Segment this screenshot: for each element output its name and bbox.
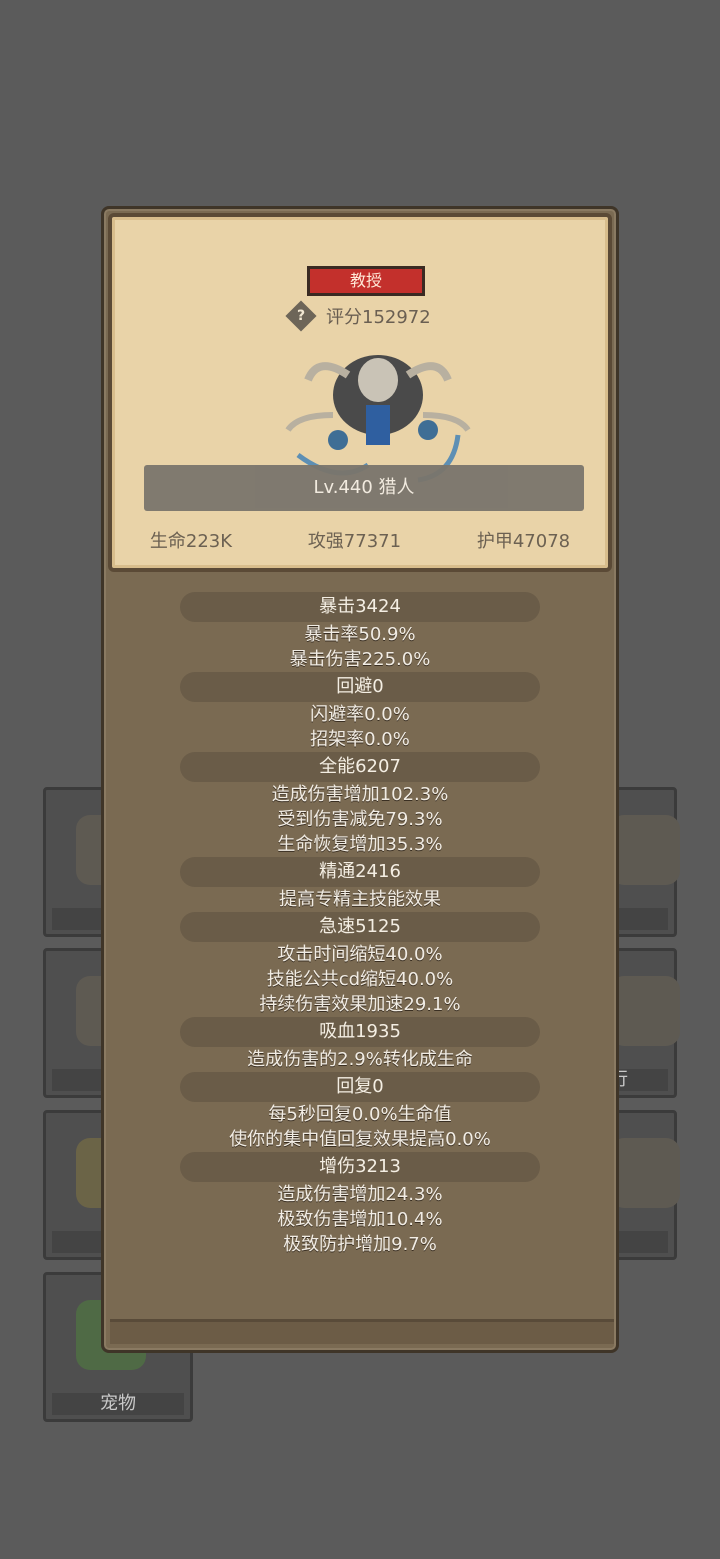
- armor-stat: 护甲47078: [476, 531, 571, 552]
- score-text: 评分152972: [326, 307, 431, 328]
- attribute-group-header: 吸血1935: [180, 1017, 540, 1047]
- attribute-group-header: 回避0: [180, 672, 540, 702]
- help-icon[interactable]: ?: [285, 300, 317, 332]
- anvil-icon: [610, 976, 680, 1046]
- attribute-line: 受到伤害减免79.3%: [277, 809, 443, 830]
- popup-bottom-shelf: [110, 1319, 614, 1344]
- attribute-line: 每5秒回复0.0%生命值: [268, 1104, 452, 1125]
- attribute-line: 提高专精主技能效果: [279, 889, 441, 910]
- class-badge: 教授: [307, 266, 425, 296]
- attribute-line: 生命恢复增加35.3%: [277, 834, 443, 855]
- attribute-line: 使你的集中值回复效果提高0.0%: [229, 1129, 491, 1150]
- attribute-line: 造成伤害增加24.3%: [277, 1184, 443, 1205]
- attribute-group-header: 回复0: [180, 1072, 540, 1102]
- attribute-line: 造成伤害增加102.3%: [271, 784, 449, 805]
- core-stats: 生命223K 攻强77371 护甲47078: [112, 527, 608, 557]
- attribute-line: 极致伤害增加10.4%: [277, 1209, 443, 1230]
- attribute-line: 闪避率0.0%: [310, 704, 410, 725]
- attribute-line: 攻击时间缩短40.0%: [277, 944, 443, 965]
- attributes-list: 暴击3424 暴击率50.9% 暴击伤害225.0% 回避0 闪避率0.0% 招架率0.0…: [104, 592, 616, 1257]
- life-stat: 生命223K: [149, 531, 233, 552]
- attribute-group-header: 暴击3424: [180, 592, 540, 622]
- attribute-group-header: 增伤3213: [180, 1152, 540, 1182]
- character-portrait: [285, 355, 471, 483]
- frame-icon: [610, 1138, 680, 1208]
- attribute-line: 招架率0.0%: [310, 729, 410, 750]
- attribute-line: 暴击伤害225.0%: [289, 649, 431, 670]
- attack-stat: 攻强77371: [307, 531, 402, 552]
- attribute-group-header: 急速5125: [180, 912, 540, 942]
- level-name-bar: Lv.440 猎人: [144, 465, 584, 511]
- attribute-group-header: 全能6207: [180, 752, 540, 782]
- character-attributes-popup: 教授 ? 评分152972 Lv.440 猎人 生命223K 攻强77371 护…: [101, 206, 619, 1353]
- character-card: 教授 ? 评分152972 Lv.440 猎人 生命223K 攻强77371 护…: [108, 213, 612, 572]
- attribute-line: 极致防护增加9.7%: [283, 1234, 437, 1255]
- attribute-line: 暴击率50.9%: [304, 624, 416, 645]
- attribute-line: 造成伤害的2.9%转化成生命: [247, 1049, 473, 1070]
- attribute-group-header: 精通2416: [180, 857, 540, 887]
- attribute-line: 技能公共cd缩短40.0%: [266, 969, 454, 990]
- pet-label: 宠物: [52, 1393, 184, 1415]
- backpack-icon: [610, 815, 680, 885]
- attribute-line: 持续伤害效果加速29.1%: [259, 994, 461, 1015]
